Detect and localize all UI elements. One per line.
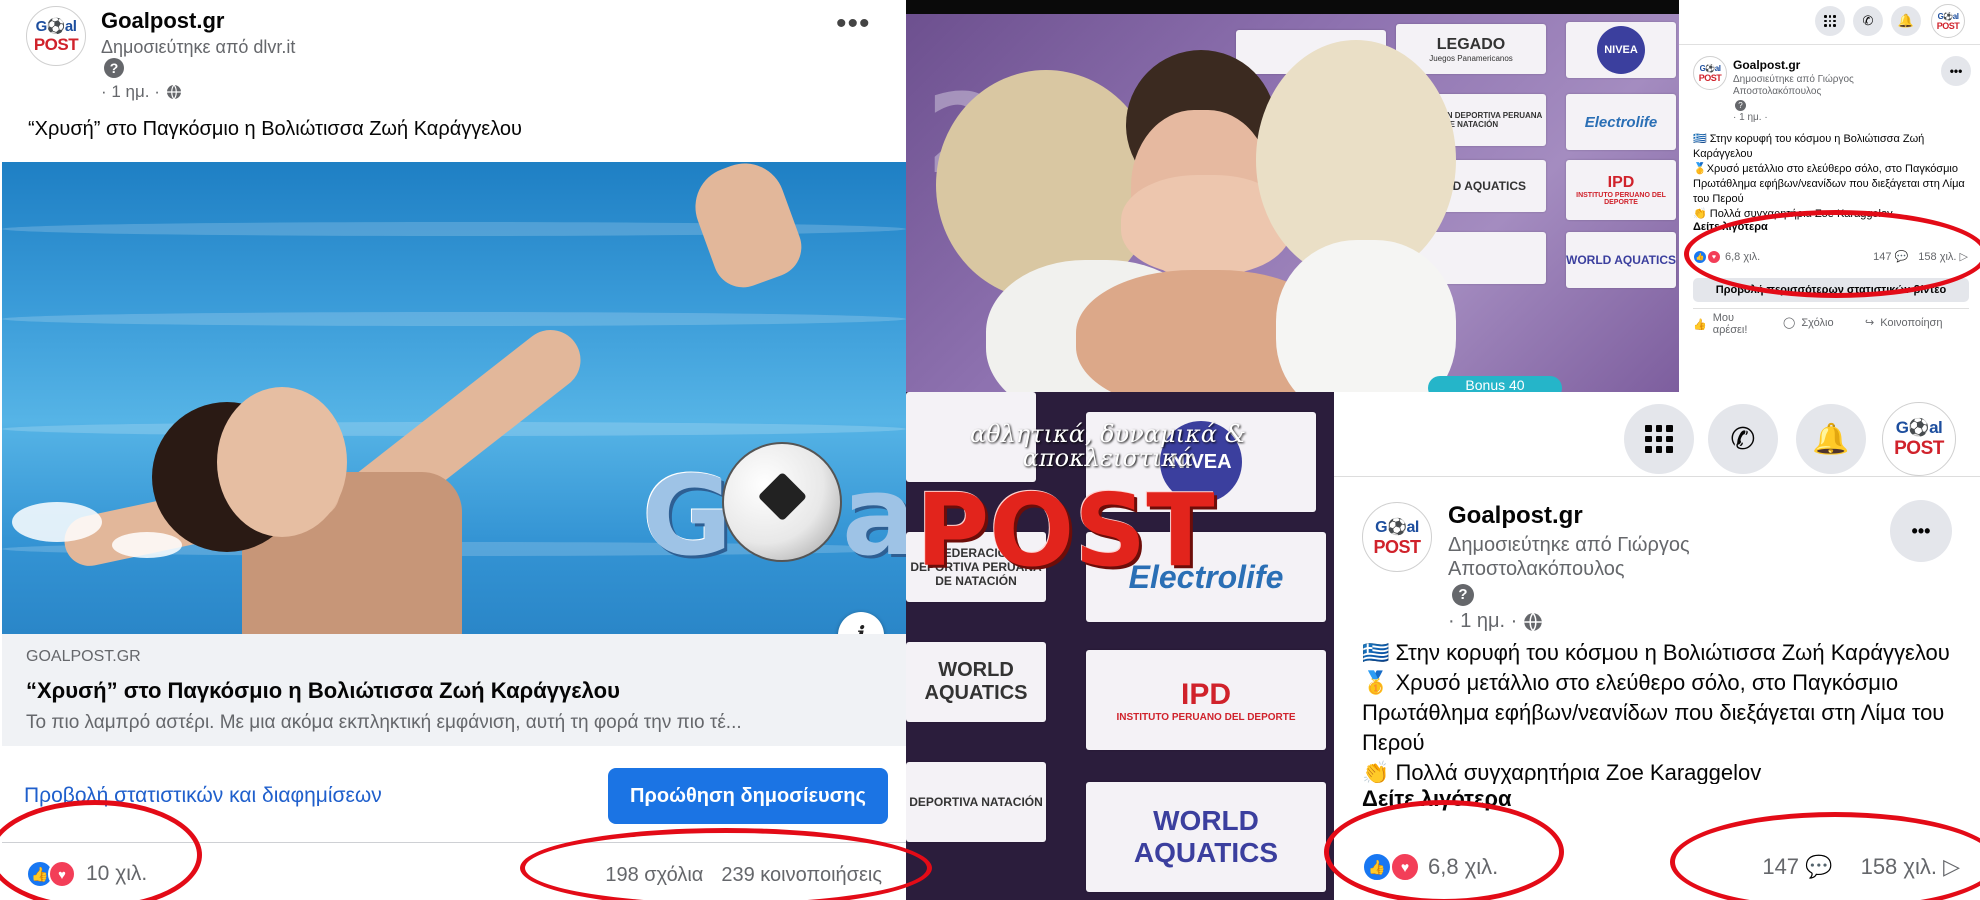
ipd-sublabel: INSTITUTO PERUANO DEL DEPORTE <box>1116 711 1296 723</box>
post-time[interactable]: · 1 ημ. · <box>1448 610 1517 633</box>
sponsor-ipd: IPD INSTITUTO PERUANO DEL DEPORTE <box>1566 160 1676 220</box>
annotation-ellipse-reactions-large <box>1324 800 1564 900</box>
menu-grid-icon[interactable] <box>1815 6 1845 36</box>
globe-icon <box>166 84 181 100</box>
boost-post-button[interactable]: Προώθηση δημοσίευσης <box>608 768 888 824</box>
header-divider <box>1679 44 1980 45</box>
watermark-goal: G <box>642 452 733 580</box>
comment-action-label: Σχόλιο <box>1801 316 1834 329</box>
help-icon[interactable]: ? <box>1452 584 1474 606</box>
watermark-post: POST <box>916 472 1215 589</box>
header-divider <box>1334 476 1980 477</box>
page-avatar[interactable]: G⚽al POST <box>26 6 86 66</box>
sponsor-nivea: NIVEA <box>1566 22 1676 78</box>
page-avatar[interactable]: G⚽al POST <box>1362 502 1432 572</box>
post-line-2: 🥇Χρυσό μετάλλιο στο ελεύθερο σόλο, στο Π… <box>1693 163 1965 205</box>
logo-text-top: G⚽al <box>1895 418 1943 437</box>
thumb-up-icon: 👍 <box>1693 318 1707 331</box>
post-meta: · 1 ημ. · <box>1448 610 1543 633</box>
sponsor-world-aquatics: WORLD AQUATICS <box>906 642 1046 722</box>
link-title[interactable]: “Χρυσή” στο Παγκόσμιο η Βολιώτισσα Ζωή Κ… <box>26 678 620 704</box>
share-icon: ↪ <box>1865 317 1875 329</box>
left-post-screenshot: G⚽al POST Goalpost.gr Δημοσιεύτηκε από d… <box>0 0 906 900</box>
water-splash <box>112 532 182 558</box>
post-line-2: 🥇 Χρυσό μετάλλιο στο ελεύθερο σόλο, στο … <box>1362 670 1945 755</box>
page-name[interactable]: Goalpost.gr <box>1733 58 1800 72</box>
ipd-label: IPD <box>1180 677 1231 711</box>
logo-text-bottom: POST <box>1698 72 1722 83</box>
post-time[interactable]: · 1 ημ. · <box>1733 112 1768 123</box>
more-options-icon[interactable]: ••• <box>1941 56 1971 86</box>
published-by-line-2: Αποστολακόπουλος <box>1448 558 1625 580</box>
sponsor-ipd: IPD INSTITUTO PERUANO DEL DEPORTE <box>1086 650 1326 750</box>
annotation-ellipse-small-post <box>1684 210 1980 298</box>
profile-avatar[interactable]: G⚽al POST <box>1882 402 1956 476</box>
logo-text-bottom: POST <box>1936 20 1960 31</box>
profile-avatar[interactable]: G⚽al POST <box>1931 4 1965 38</box>
more-options-icon[interactable]: ••• <box>1890 500 1952 562</box>
link-description: Το πιο λαμπρό αστέρι. Με μια ακόμα εκπλη… <box>26 712 742 733</box>
comment-icon: ◯ <box>1783 317 1796 329</box>
annotation-ellipse-counts-left <box>520 828 932 900</box>
logo-text-top: G⚽al <box>1375 518 1419 536</box>
swimmer-hand <box>684 162 810 296</box>
like-action-label: Μου αρέσει! <box>1712 312 1748 336</box>
comment-action[interactable]: ◯ Σχόλιο <box>1783 316 1834 330</box>
notifications-icon[interactable]: 🔔 <box>1796 404 1866 474</box>
water-ripple <box>2 312 906 326</box>
legado-sublabel: Juegos Panamericanos <box>1429 53 1513 63</box>
legado-label: LEGADO <box>1436 35 1506 53</box>
swimmer-face <box>217 387 347 537</box>
logo-text-top: G⚽al <box>35 18 77 35</box>
ipd-sublabel: INSTITUTO PERUANO DEL DEPORTE <box>1576 192 1666 206</box>
video-tag: Bonus 40 <box>1428 376 1562 392</box>
video-frame-top[interactable]: 24 LEGADO Juegos Panamericanos NIVEA FED… <box>906 0 1679 392</box>
logo-text-bottom: POST <box>1373 536 1421 557</box>
more-options-icon[interactable]: ••• <box>836 9 871 39</box>
football-icon <box>722 442 842 562</box>
post-caption: “Χρυσή” στο Παγκόσμιο η Βολιώτισσα Ζωή Κ… <box>28 118 522 140</box>
page-name[interactable]: Goalpost.gr <box>1448 502 1583 530</box>
watermark-al: al <box>842 452 906 580</box>
notifications-icon[interactable]: 🔔 <box>1891 6 1921 36</box>
sponsor-world-aquatics-2: WORLD AQUATICS <box>1086 782 1326 892</box>
help-icon[interactable]: ? <box>1735 100 1746 111</box>
page-name[interactable]: Goalpost.gr <box>101 8 224 34</box>
logo-text-bottom: POST <box>33 35 79 54</box>
post-time[interactable]: · 1 ημ. · <box>101 82 160 102</box>
post-line-1: 🇬🇷 Στην κορυφή του κόσμου η Βολιώτισσα Ζ… <box>1693 133 1925 160</box>
logo-text-top: G⚽al <box>1699 63 1721 73</box>
black-bar <box>906 0 1679 14</box>
nivea-badge: NIVEA <box>1597 26 1645 74</box>
post-line-1: 🇬🇷 Στην κορυφή του κόσμου η Βολιώτισσα Ζ… <box>1362 640 1950 665</box>
menu-grid-icon[interactable] <box>1624 404 1694 474</box>
help-icon[interactable]: ? <box>104 58 124 78</box>
water-splash <box>12 502 102 542</box>
actions-divider <box>1693 308 1969 309</box>
sponsor-electrolife: Electrolife <box>1566 94 1676 150</box>
share-action[interactable]: ↪ Κοινοποίηση <box>1865 316 1943 330</box>
post-body: 🇬🇷 Στην κορυφή του κόσμου η Βολιώτισσα Ζ… <box>1362 638 1962 814</box>
video-frame-bottom[interactable]: NIVEA FEDERACIÓN DEPORTIVA PERUANA DE NA… <box>906 392 1334 900</box>
share-action-label: Κοινοποίηση <box>1880 316 1943 329</box>
messenger-icon[interactable]: ✆ <box>1708 404 1778 474</box>
post-line-3: 👏 Πολλά συγχαρητήρια Zoe Karaggelov <box>1362 760 1762 784</box>
post-meta: · 1 ημ. · <box>101 82 182 102</box>
link-domain: GOALPOST.GR <box>26 648 141 665</box>
published-by-line-1: Δημοσιεύτηκε από Γιώργος <box>1448 534 1690 556</box>
ipd-label: IPD <box>1607 174 1635 191</box>
person-right-shirt <box>1276 240 1456 392</box>
published-by: Δημοσιεύτηκε από dlvr.it <box>101 37 296 57</box>
sponsor-federation-2: DEPORTIVA NATACIÓN <box>906 762 1046 842</box>
globe-icon <box>1524 612 1543 631</box>
video-overlay-text: αθλητικά, δυναμικά & αποκλειστικά <box>970 420 1246 472</box>
published-by: Δημοσιεύτηκε από Γιώργος Αποστολακόπουλο… <box>1733 74 1854 97</box>
link-preview-image[interactable]: G al <box>2 162 906 634</box>
sponsor-world-aquatics-2: WORLD AQUATICS <box>1566 232 1676 288</box>
page-avatar[interactable]: G⚽al POST <box>1693 56 1727 90</box>
like-action[interactable]: 👍 Μου αρέσει! <box>1693 312 1761 336</box>
logo-text-top: G⚽al <box>1937 11 1959 21</box>
logo-text-bottom: POST <box>1894 438 1944 459</box>
messenger-icon[interactable]: ✆ <box>1853 6 1883 36</box>
